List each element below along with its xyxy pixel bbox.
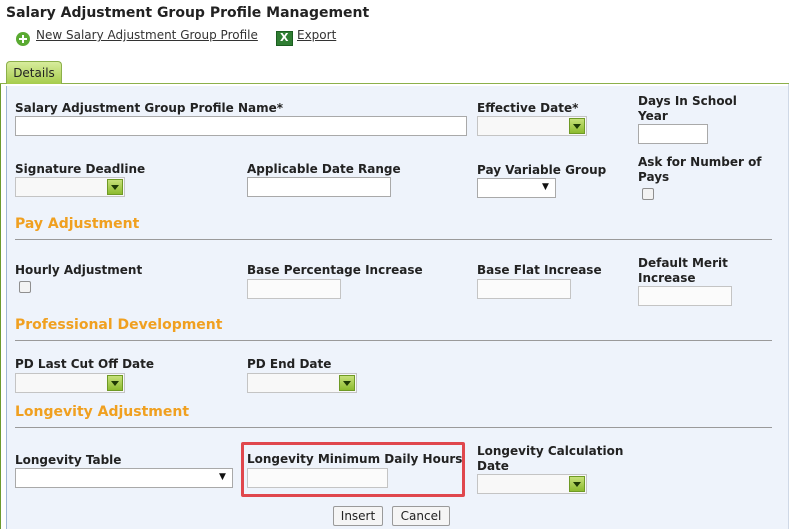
- add-icon[interactable]: [16, 32, 30, 46]
- base-flat-input[interactable]: [477, 279, 571, 299]
- ask-number-of-pays-checkbox[interactable]: [642, 188, 654, 200]
- default-merit-input[interactable]: [638, 286, 732, 306]
- applicable-date-range-input[interactable]: [247, 177, 391, 197]
- chevron-down-icon: ▼: [219, 472, 226, 482]
- days-in-school-year-label: Days In School: [638, 94, 737, 108]
- section-divider: [15, 239, 772, 240]
- highlight-box: [241, 442, 465, 497]
- panel-border: [6, 86, 7, 529]
- pay-adjustment-heading: Pay Adjustment: [15, 216, 140, 232]
- cancel-button[interactable]: Cancel: [392, 506, 450, 526]
- longevity-calc-date-dropdown-icon[interactable]: [569, 476, 585, 492]
- pay-variable-group-label: Pay Variable Group: [477, 163, 607, 177]
- longevity-calc-date-label: Longevity Calculation: [477, 444, 624, 458]
- longevity-heading: Longevity Adjustment: [15, 404, 190, 420]
- ask-number-of-pays-label: Ask for Number of: [638, 155, 762, 169]
- profile-name-label: Salary Adjustment Group Profile Name*: [15, 101, 284, 115]
- excel-icon[interactable]: X: [276, 31, 293, 46]
- pd-last-cutoff-label: PD Last Cut Off Date: [15, 357, 155, 371]
- professional-development-heading: Professional Development: [15, 317, 223, 333]
- effective-date-dropdown-icon[interactable]: [569, 118, 585, 134]
- section-divider: [15, 340, 772, 341]
- pay-variable-group-select[interactable]: ▼: [477, 178, 556, 198]
- default-merit-label-2: Increase: [638, 271, 696, 285]
- hourly-adjustment-label: Hourly Adjustment: [15, 263, 143, 277]
- section-divider: [15, 427, 772, 428]
- profile-name-input[interactable]: [15, 116, 467, 136]
- pd-end-label: PD End Date: [247, 357, 332, 371]
- new-profile-link[interactable]: New Salary Adjustment Group Profile: [36, 28, 258, 42]
- left-edge: [0, 84, 1, 529]
- base-flat-label: Base Flat Increase: [477, 263, 602, 277]
- base-percentage-input[interactable]: [247, 279, 341, 299]
- effective-date-label: Effective Date*: [477, 101, 579, 115]
- tab-details[interactable]: Details: [6, 61, 62, 84]
- signature-deadline-dropdown-icon[interactable]: [107, 179, 123, 195]
- longevity-table-select[interactable]: ▼: [15, 468, 233, 488]
- default-merit-label: Default Merit: [638, 256, 728, 270]
- hourly-adjustment-checkbox[interactable]: [19, 281, 31, 293]
- base-percentage-label: Base Percentage Increase: [247, 263, 423, 277]
- applicable-date-range-label: Applicable Date Range: [247, 162, 401, 176]
- page-title: Salary Adjustment Group Profile Manageme…: [6, 5, 370, 21]
- insert-button[interactable]: Insert: [333, 506, 383, 526]
- days-in-school-year-input[interactable]: [638, 124, 708, 144]
- pd-end-dropdown-icon[interactable]: [339, 375, 355, 391]
- longevity-table-label: Longevity Table: [15, 453, 122, 467]
- signature-deadline-label: Signature Deadline: [15, 162, 146, 176]
- chevron-down-icon: ▼: [542, 182, 549, 192]
- pd-last-cutoff-dropdown-icon[interactable]: [107, 375, 123, 391]
- days-in-school-year-label-2: Year: [638, 109, 668, 123]
- export-link[interactable]: Export: [297, 28, 336, 42]
- ask-number-of-pays-label-2: Pays: [638, 170, 670, 184]
- longevity-calc-date-label-2: Date: [477, 459, 509, 473]
- tab-bar-divider: [0, 83, 789, 84]
